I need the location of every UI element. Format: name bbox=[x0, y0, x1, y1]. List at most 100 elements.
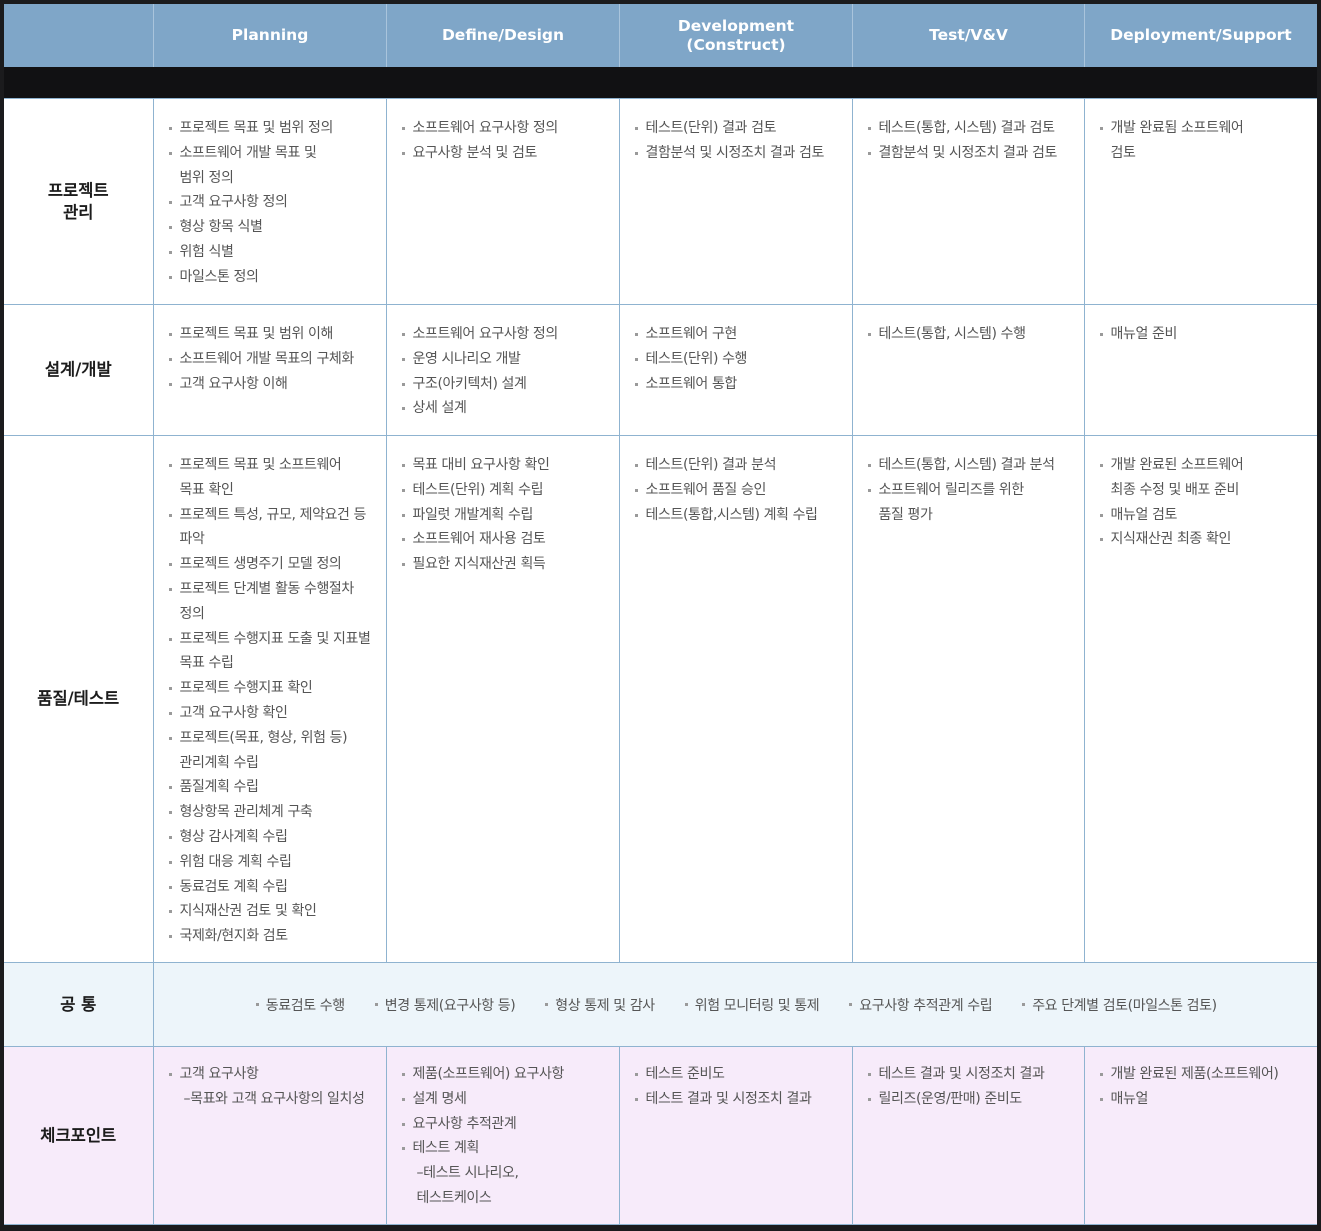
activity-item: 형상 항목 식별 bbox=[166, 215, 382, 240]
activity-item: 동료검토 계획 수립 bbox=[166, 875, 382, 900]
checkpoint-item-text: 개발 완료된 제품(소프트웨어) bbox=[1110, 1066, 1279, 1082]
checkpoint-item: 테스트 결과 및 시정조치 결과 bbox=[632, 1087, 848, 1112]
activity-list: 프로젝트 목표 및 범위 정의 소프트웨어 개발 목표 및 범위 정의 고객 요구사… bbox=[154, 99, 386, 290]
checkpoint-item: 테스트 계획 –테스트 시나리오, 테스트케이스 bbox=[399, 1136, 615, 1210]
activity-cell: 테스트(단위) 결과 분석 소프트웨어 품질 승인 테스트(통합,시스템) 계획 수… bbox=[618, 435, 853, 963]
activity-cell: 프로젝트 목표 및 범위 이해 소프트웨어 개발 목표의 구체화 고객 요구사항 이… bbox=[152, 304, 387, 436]
activity-item: 테스트(단위) 결과 검토 bbox=[632, 116, 848, 141]
activity-item: 지식재산권 최종 확인 bbox=[1097, 527, 1314, 552]
checkpoint-list: 개발 완료된 제품(소프트웨어) 매뉴얼 bbox=[1085, 1047, 1318, 1112]
checkpoint-item: 제품(소프트웨어) 요구사항 bbox=[399, 1062, 615, 1087]
activity-cell: 개발 완료됨 소프트웨어 검토 bbox=[1083, 98, 1318, 305]
row-label: 프로젝트 관리 bbox=[4, 98, 154, 305]
activity-cell: 소프트웨어 요구사항 정의 운영 시나리오 개발 구조(아키텍처) 설계 상세 설계 bbox=[385, 304, 620, 436]
checkpoint-item: 개발 완료된 제품(소프트웨어) bbox=[1097, 1062, 1314, 1087]
activity-item: 필요한 지식재산권 획득 bbox=[399, 552, 615, 577]
checkpoint-list: 고객 요구사항 –목표와 고객 요구사항의 일치성 bbox=[154, 1047, 386, 1112]
checkpoint-cell: 개발 완료된 제품(소프트웨어) 매뉴얼 bbox=[1083, 1046, 1318, 1225]
activity-item: 테스트(단위) 계획 수립 bbox=[399, 478, 615, 503]
activity-list: 소프트웨어 요구사항 정의 운영 시나리오 개발 구조(아키텍처) 설계 상세 설계 bbox=[387, 305, 619, 421]
activity-cell: 매뉴얼 준비 bbox=[1083, 304, 1318, 436]
activity-item: 요구사항 분석 및 검토 bbox=[399, 141, 615, 166]
activity-item: 마일스톤 정의 bbox=[166, 265, 382, 290]
activity-cell: 목표 대비 요구사항 확인 테스트(단위) 계획 수립 파일럿 개발계획 수립 소프트… bbox=[385, 435, 620, 963]
lifecycle-matrix: Planning Define/Design Development (Cons… bbox=[4, 4, 1317, 1227]
header-deployment-support: Deployment/Support bbox=[1084, 4, 1317, 67]
row-label-text: 체크포인트 bbox=[40, 1125, 117, 1145]
activity-item: 고객 요구사항 확인 bbox=[166, 701, 382, 726]
checkpoint-item: 릴리즈(운영/판매) 준비도 bbox=[865, 1087, 1080, 1112]
activity-cell: 프로젝트 목표 및 범위 정의 소프트웨어 개발 목표 및 범위 정의 고객 요구사… bbox=[152, 98, 387, 305]
activity-item: 개발 완료된 소프트웨어 최종 수정 및 배포 준비 bbox=[1097, 453, 1314, 503]
activity-cell: 소프트웨어 구현 테스트(단위) 수행 소프트웨어 통합 bbox=[618, 304, 853, 436]
activity-item: 프로젝트(목표, 형상, 위험 등) 관리계획 수립 bbox=[166, 726, 382, 776]
checkpoint-list: 테스트 준비도테스트 결과 및 시정조치 결과 bbox=[620, 1047, 852, 1112]
activity-item: 프로젝트 특성, 규모, 제약요건 등 파악 bbox=[166, 503, 382, 553]
activity-item: 프로젝트 목표 및 범위 이해 bbox=[166, 322, 382, 347]
header-development: Development (Construct) bbox=[619, 4, 852, 67]
activity-list: 개발 완료됨 소프트웨어 검토 bbox=[1085, 99, 1318, 166]
activity-item: 프로젝트 생명주기 모델 정의 bbox=[166, 552, 382, 577]
activity-item: 운영 시나리오 개발 bbox=[399, 347, 615, 372]
activity-item: 구조(아키텍처) 설계 bbox=[399, 372, 615, 397]
activity-cell: 테스트(단위) 결과 검토 결함분석 및 시정조치 결과 검토 bbox=[618, 98, 853, 305]
activity-cell: 개발 완료된 소프트웨어 최종 수정 및 배포 준비 매뉴얼 검토 지식재산권 최종… bbox=[1083, 435, 1318, 963]
common-item: 동료검토 수행 bbox=[254, 995, 345, 1015]
activity-item: 위험 대응 계획 수립 bbox=[166, 850, 382, 875]
activity-item: 소프트웨어 요구사항 정의 bbox=[399, 116, 615, 141]
activity-cell: 테스트(통합, 시스템) 결과 검토 결함분석 및 시정조치 결과 검토 bbox=[851, 98, 1085, 305]
activity-list: 프로젝트 목표 및 범위 이해 소프트웨어 개발 목표의 구체화 고객 요구사항 이… bbox=[154, 305, 386, 396]
row-label: 설계/개발 bbox=[4, 304, 154, 436]
activity-item: 상세 설계 bbox=[399, 396, 615, 421]
activity-item: 매뉴얼 준비 bbox=[1097, 322, 1314, 347]
checkpoint-list: 테스트 결과 및 시정조치 결과릴리즈(운영/판매) 준비도 bbox=[853, 1047, 1084, 1112]
activity-item: 국제화/현지화 검토 bbox=[166, 924, 382, 949]
phase-header: Planning Define/Design Development (Cons… bbox=[4, 4, 1317, 67]
activity-item: 소프트웨어 개발 목표의 구체화 bbox=[166, 347, 382, 372]
common-activity-cell: 동료검토 수행 변경 통제(요구사항 등) 형상 통제 및 감사 위험 모니터링 및 … bbox=[152, 962, 1317, 1047]
activity-item: 고객 요구사항 이해 bbox=[166, 372, 382, 397]
row-checkpoint: 체크포인트 고객 요구사항 –목표와 고객 요구사항의 일치성 제품(소프트웨어) 요… bbox=[4, 1046, 1318, 1225]
header-corner bbox=[4, 4, 153, 67]
checkpoint-item-text: 테스트 결과 및 시정조치 결과 bbox=[645, 1090, 812, 1107]
common-item: 변경 통제(요구사항 등) bbox=[373, 995, 516, 1015]
checkpoint-item-text: 요구사항 추적관계 bbox=[412, 1115, 517, 1132]
activity-item: 프로젝트 수행지표 확인 bbox=[166, 676, 382, 701]
activity-item: 형상항목 관리체계 구축 bbox=[166, 800, 382, 825]
activity-item: 소프트웨어 재사용 검토 bbox=[399, 527, 615, 552]
activity-item: 소프트웨어 품질 승인 bbox=[632, 478, 848, 503]
activity-item: 파일럿 개발계획 수립 bbox=[399, 503, 615, 528]
activity-list: 개발 완료된 소프트웨어 최종 수정 및 배포 준비 매뉴얼 검토 지식재산권 최종… bbox=[1085, 436, 1318, 552]
checkpoint-item: 요구사항 추적관계 bbox=[399, 1112, 615, 1137]
activity-list: 소프트웨어 구현 테스트(단위) 수행 소프트웨어 통합 bbox=[620, 305, 852, 396]
activity-item: 지식재산권 검토 및 확인 bbox=[166, 899, 382, 924]
activity-item: 고객 요구사항 정의 bbox=[166, 190, 382, 215]
checkpoint-item: 테스트 준비도 bbox=[632, 1062, 848, 1087]
activity-item: 테스트(통합, 시스템) 결과 검토 bbox=[865, 116, 1080, 141]
activity-item: 프로젝트 단계별 활동 수행절차 정의 bbox=[166, 577, 382, 627]
row-label: 체크포인트 bbox=[4, 1046, 154, 1225]
checkpoint-subitem: –테스트 시나리오, 테스트케이스 bbox=[416, 1165, 519, 1206]
checkpoint-item-text: 테스트 결과 및 시정조치 결과 bbox=[878, 1066, 1045, 1082]
checkpoint-cell: 제품(소프트웨어) 요구사항 설계 명세요구사항 추적관계테스트 계획 –테스트 시… bbox=[385, 1046, 620, 1225]
activity-item: 품질계획 수립 bbox=[166, 775, 382, 800]
activity-item: 결함분석 및 시정조치 결과 검토 bbox=[632, 141, 848, 166]
activity-list: 테스트(통합, 시스템) 결과 검토 결함분석 및 시정조치 결과 검토 bbox=[853, 99, 1084, 166]
activity-item: 소프트웨어 릴리즈를 위한 품질 평가 bbox=[865, 478, 1080, 528]
activity-cell: 소프트웨어 요구사항 정의 요구사항 분석 및 검토 bbox=[385, 98, 620, 305]
activity-item: 매뉴얼 검토 bbox=[1097, 503, 1314, 528]
activity-item: 형상 감사계획 수립 bbox=[166, 825, 382, 850]
checkpoint-item: 설계 명세 bbox=[399, 1087, 615, 1112]
header-planning: Planning bbox=[153, 4, 386, 67]
activity-list: 매뉴얼 준비 bbox=[1085, 305, 1318, 347]
activity-item: 위험 식별 bbox=[166, 240, 382, 265]
header-define-design: Define/Design bbox=[386, 4, 619, 67]
row-label: 공 통 bbox=[4, 962, 154, 1047]
activity-item: 소프트웨어 통합 bbox=[632, 372, 848, 397]
checkpoint-cell: 테스트 결과 및 시정조치 결과릴리즈(운영/판매) 준비도 bbox=[851, 1046, 1085, 1225]
activity-list: 테스트(통합, 시스템) 결과 분석 소프트웨어 릴리즈를 위한 품질 평가 bbox=[853, 436, 1084, 527]
activity-list: 테스트(단위) 결과 분석 소프트웨어 품질 승인 테스트(통합,시스템) 계획 수… bbox=[620, 436, 852, 527]
checkpoint-cell: 테스트 준비도테스트 결과 및 시정조치 결과 bbox=[618, 1046, 853, 1225]
header-test-vv: Test/V&V bbox=[852, 4, 1084, 67]
row-design-development: 설계/개발 프로젝트 목표 및 범위 이해 소프트웨어 개발 목표의 구체화 고객 요… bbox=[4, 304, 1318, 436]
